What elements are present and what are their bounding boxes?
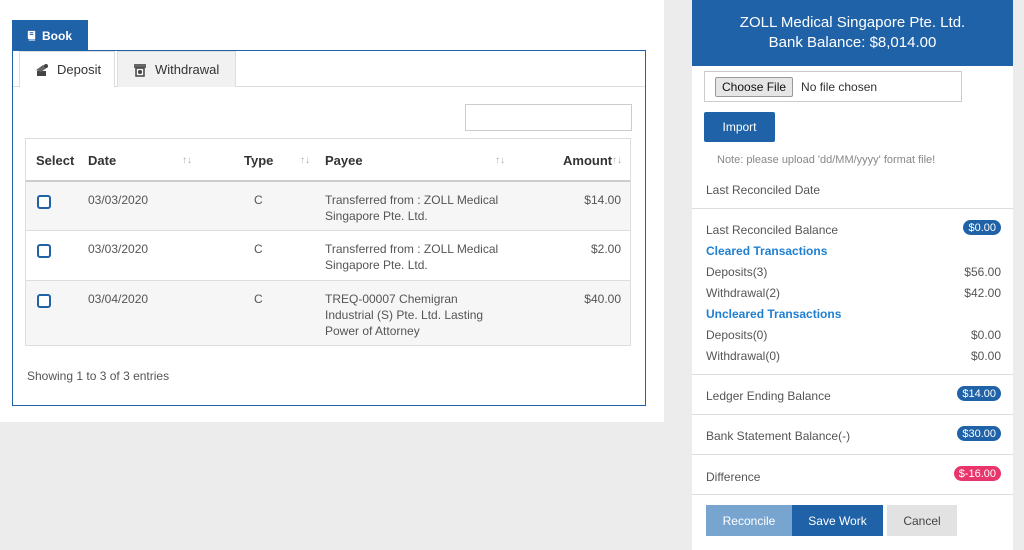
table-row: 03/04/2020 C TREQ-00007 Chemigran Indust… xyxy=(26,281,630,345)
divider xyxy=(692,414,1013,415)
row-checkbox[interactable] xyxy=(37,244,51,258)
header-type[interactable]: Type xyxy=(244,139,273,182)
sub-tabs: Deposit Withdrawal xyxy=(13,51,645,88)
showing-entries: Showing 1 to 3 of 3 entries xyxy=(27,369,170,383)
row-amount: $2.00 xyxy=(590,242,621,256)
save-work-button[interactable]: Save Work xyxy=(792,505,883,536)
cancel-button[interactable]: Cancel xyxy=(887,505,957,536)
sort-type-icon[interactable]: ↑↓ xyxy=(300,139,310,182)
sort-payee-icon[interactable]: ↑↓ xyxy=(495,139,505,182)
import-button[interactable]: Import xyxy=(704,112,775,142)
cleared-withdrawal-value: $42.00 xyxy=(964,286,1001,300)
row-payee-line: TREQ-00007 Chemigran xyxy=(325,292,458,306)
format-note: Note: please upload 'dd/MM/yyyy' format … xyxy=(717,154,936,166)
bank-balance: Bank Balance: $8,014.00 xyxy=(768,34,937,51)
reconcile-panel: ZOLL Medical Singapore Pte. Ltd. Bank Ba… xyxy=(692,0,1013,550)
row-date: 03/03/2020 xyxy=(88,242,149,256)
divider xyxy=(692,208,1013,209)
search-input[interactable] xyxy=(465,104,632,131)
book-panel: Deposit Withdrawal Select Date ↑↓ Type ↑… xyxy=(12,50,646,406)
row-date: 03/03/2020 xyxy=(88,193,149,207)
row-payee-line: Power of Attorney xyxy=(325,324,420,338)
last-reconciled-balance-badge: $0.00 xyxy=(963,220,1001,235)
row-payee-line: Transferred from : ZOLL Medical xyxy=(325,193,499,207)
book-icon xyxy=(27,30,36,41)
header-payee[interactable]: Payee xyxy=(325,139,363,182)
table-row: 03/03/2020 C Transferred from : ZOLL Med… xyxy=(26,182,630,231)
divider xyxy=(692,454,1013,455)
row-checkbox[interactable] xyxy=(37,294,51,308)
difference-label: Difference xyxy=(706,470,761,484)
choose-file-button[interactable]: Choose File xyxy=(715,76,794,97)
row-payee-line: Singapore Pte. Ltd. xyxy=(325,258,428,272)
divider xyxy=(692,374,1013,375)
bank-statement-balance-badge[interactable]: $30.00 xyxy=(957,426,1001,441)
ledger-ending-balance-label: Ledger Ending Balance xyxy=(706,389,831,403)
uncleared-withdrawal-value: $0.00 xyxy=(970,349,1001,363)
cleared-withdrawal-label: Withdrawal(2) xyxy=(706,286,781,300)
tab-deposit[interactable]: Deposit xyxy=(19,51,115,88)
last-reconciled-balance-label: Last Reconciled Balance xyxy=(706,223,839,237)
row-payee-line: Transferred from : ZOLL Medical xyxy=(325,242,499,256)
row-date: 03/04/2020 xyxy=(88,292,149,306)
row-type: C xyxy=(254,242,263,256)
reconcile-button[interactable]: Reconcile xyxy=(706,505,792,536)
main-panel: Book Deposit Withdrawal Select Date ↑↓ T… xyxy=(0,0,664,422)
deposit-icon xyxy=(36,63,48,76)
uncleared-deposits-label: Deposits(0) xyxy=(706,328,768,342)
cleared-deposits-label: Deposits(3) xyxy=(706,265,768,279)
uncleared-deposits-value: $0.00 xyxy=(970,328,1001,342)
company-name: ZOLL Medical Singapore Pte. Ltd. xyxy=(739,14,966,31)
row-amount: $40.00 xyxy=(584,292,621,306)
row-payee-line: Industrial (S) Pte. Ltd. Lasting xyxy=(325,308,484,322)
cleared-transactions-title: Cleared Transactions xyxy=(706,244,828,258)
panel-header: ZOLL Medical Singapore Pte. Ltd. Bank Ba… xyxy=(692,0,1013,66)
row-checkbox[interactable] xyxy=(37,195,51,209)
transactions-table: Select Date ↑↓ Type ↑↓ Payee ↑↓ Amount ↑… xyxy=(25,138,631,346)
row-type: C xyxy=(254,193,263,207)
difference-badge: $-16.00 xyxy=(953,466,1001,481)
row-type: C xyxy=(254,292,263,306)
last-reconciled-date-label: Last Reconciled Date xyxy=(706,183,821,197)
header-amount[interactable]: Amount xyxy=(563,139,612,182)
divider xyxy=(692,494,1013,495)
row-amount: $14.00 xyxy=(584,193,621,207)
table-header: Select Date ↑↓ Type ↑↓ Payee ↑↓ Amount ↑… xyxy=(26,139,630,182)
tab-book[interactable]: Book xyxy=(12,20,88,51)
file-status: No file chosen xyxy=(801,79,878,94)
bank-statement-balance-label: Bank Statement Balance(-) xyxy=(706,429,851,443)
sort-date-icon[interactable]: ↑↓ xyxy=(182,139,192,182)
header-select: Select xyxy=(36,153,75,168)
uncleared-withdrawal-label: Withdrawal(0) xyxy=(706,349,781,363)
tab-deposit-label: Deposit xyxy=(57,62,102,77)
cleared-deposits-value: $56.00 xyxy=(964,265,1001,279)
uncleared-transactions-title: Uncleared Transactions xyxy=(706,307,842,321)
tab-withdrawal-label: Withdrawal xyxy=(155,62,220,77)
tab-book-label: Book xyxy=(42,28,72,43)
table-row: 03/03/2020 C Transferred from : ZOLL Med… xyxy=(26,231,630,281)
ledger-ending-balance-badge: $14.00 xyxy=(957,386,1001,401)
row-payee-line: Singapore Pte. Ltd. xyxy=(325,209,428,223)
header-date[interactable]: Date xyxy=(88,139,116,182)
tab-withdrawal[interactable]: Withdrawal xyxy=(117,51,236,87)
file-input[interactable]: Choose File No file chosen xyxy=(704,71,962,102)
sort-amount-icon[interactable]: ↑↓ xyxy=(612,139,622,182)
withdrawal-icon xyxy=(134,63,146,77)
